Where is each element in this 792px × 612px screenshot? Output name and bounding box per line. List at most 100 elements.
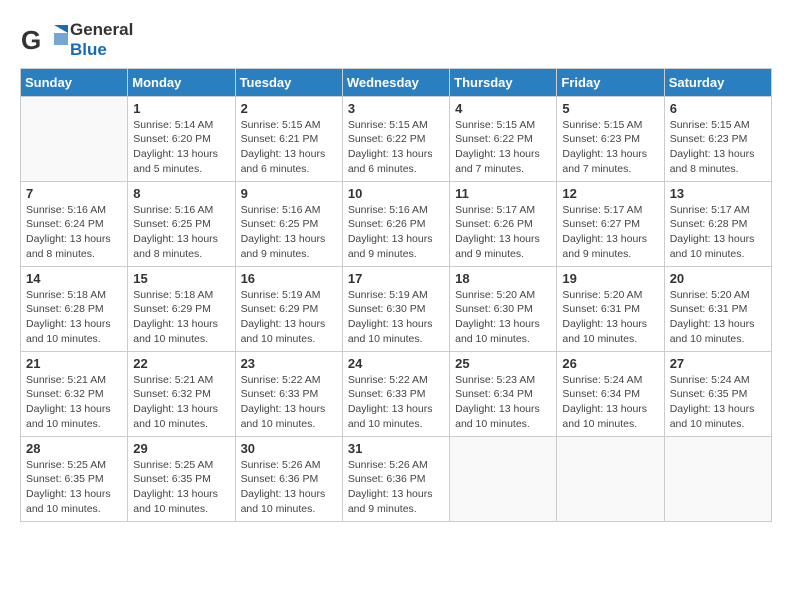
cell-w5-d3: 30Sunrise: 5:26 AM Sunset: 6:36 PM Dayli… — [235, 436, 342, 521]
day-info: Sunrise: 5:20 AM Sunset: 6:31 PM Dayligh… — [562, 288, 658, 347]
day-number: 17 — [348, 271, 444, 286]
day-info: Sunrise: 5:25 AM Sunset: 6:35 PM Dayligh… — [133, 458, 229, 517]
cell-w4-d1: 21 Sunrise: 5:21 AM Sunset: 6:32 PM Dayli… — [21, 351, 128, 436]
cell-w5-d7 — [664, 436, 771, 521]
day-info: Sunrise: 5:26 AM Sunset: 6:36 PM Dayligh… — [348, 458, 444, 517]
weekday-header-row: Sunday Monday Tuesday Wednesday Thursday… — [21, 68, 772, 96]
cell-w4-d7: 27 Sunrise: 5:24 AM Sunset: 6:35 PM Dayli… — [664, 351, 771, 436]
day-info: Sunrise: 5:18 AM Sunset: 6:28 PM Dayligh… — [26, 288, 122, 347]
day-info: Sunrise: 5:17 AM Sunset: 6:26 PM Dayligh… — [455, 203, 551, 262]
day-number: 1 — [133, 101, 229, 116]
day-info: Sunrise: 5:16 AM Sunset: 6:25 PM Dayligh… — [133, 203, 229, 262]
cell-w2-d5: 11 Sunrise: 5:17 AM Sunset: 6:26 PM Dayli… — [450, 181, 557, 266]
day-number: 10 — [348, 186, 444, 201]
day-info: Sunrise: 5:17 AM Sunset: 6:28 PM Dayligh… — [670, 203, 766, 262]
day-info: Sunrise: 5:16 AM Sunset: 6:24 PM Dayligh… — [26, 203, 122, 262]
day-info: Sunrise: 5:19 AM Sunset: 6:29 PM Dayligh… — [241, 288, 337, 347]
col-friday: Friday — [557, 68, 664, 96]
day-info: Sunrise: 5:15 AM Sunset: 6:22 PM Dayligh… — [348, 118, 444, 177]
cell-w4-d6: 26 Sunrise: 5:24 AM Sunset: 6:34 PM Dayli… — [557, 351, 664, 436]
week-row-3: 14 Sunrise: 5:18 AM Sunset: 6:28 PM Dayli… — [21, 266, 772, 351]
calendar-table: Sunday Monday Tuesday Wednesday Thursday… — [20, 68, 772, 522]
day-number: 11 — [455, 186, 551, 201]
cell-w5-d6 — [557, 436, 664, 521]
logo-general-text: General — [70, 20, 133, 39]
day-number: 30 — [241, 441, 337, 456]
day-number: 6 — [670, 101, 766, 116]
cell-w5-d1: 28 Sunrise: 5:25 AM Sunset: 6:35 PM Dayli… — [21, 436, 128, 521]
cell-w1-d1 — [21, 96, 128, 181]
svg-text:G: G — [21, 25, 41, 55]
day-info: Sunrise: 5:20 AM Sunset: 6:31 PM Dayligh… — [670, 288, 766, 347]
day-info: Sunrise: 5:18 AM Sunset: 6:29 PM Dayligh… — [133, 288, 229, 347]
day-info: Sunrise: 5:23 AM Sunset: 6:34 PM Dayligh… — [455, 373, 551, 432]
logo: G General Blue — [20, 20, 133, 60]
cell-w2-d7: 13 Sunrise: 5:17 AM Sunset: 6:28 PM Dayli… — [664, 181, 771, 266]
page-header: G General Blue — [20, 20, 772, 60]
day-number: 4 — [455, 101, 551, 116]
day-number: 7 — [26, 186, 122, 201]
day-number: 19 — [562, 271, 658, 286]
col-sunday: Sunday — [21, 68, 128, 96]
day-number: 29 — [133, 441, 229, 456]
day-number: 14 — [26, 271, 122, 286]
day-number: 13 — [670, 186, 766, 201]
col-saturday: Saturday — [664, 68, 771, 96]
cell-w1-d5: 4 Sunrise: 5:15 AM Sunset: 6:22 PM Daylig… — [450, 96, 557, 181]
day-info: Sunrise: 5:14 AM Sunset: 6:20 PM Dayligh… — [133, 118, 229, 177]
day-number: 25 — [455, 356, 551, 371]
week-row-2: 7 Sunrise: 5:16 AM Sunset: 6:24 PM Daylig… — [21, 181, 772, 266]
day-info: Sunrise: 5:16 AM Sunset: 6:25 PM Dayligh… — [241, 203, 337, 262]
day-info: Sunrise: 5:22 AM Sunset: 6:33 PM Dayligh… — [241, 373, 337, 432]
day-number: 5 — [562, 101, 658, 116]
logo-blue-text: Blue — [70, 40, 107, 59]
cell-w4-d2: 22 Sunrise: 5:21 AM Sunset: 6:32 PM Dayli… — [128, 351, 235, 436]
cell-w5-d2: 29 Sunrise: 5:25 AM Sunset: 6:35 PM Dayli… — [128, 436, 235, 521]
cell-w3-d5: 18 Sunrise: 5:20 AM Sunset: 6:30 PM Dayli… — [450, 266, 557, 351]
logo-svg: G — [20, 21, 70, 59]
day-info: Sunrise: 5:17 AM Sunset: 6:27 PM Dayligh… — [562, 203, 658, 262]
col-thursday: Thursday — [450, 68, 557, 96]
day-info: Sunrise: 5:15 AM Sunset: 6:21 PM Dayligh… — [241, 118, 337, 177]
day-number: 18 — [455, 271, 551, 286]
day-info: Sunrise: 5:24 AM Sunset: 6:34 PM Dayligh… — [562, 373, 658, 432]
day-number: 21 — [26, 356, 122, 371]
cell-w2-d6: 12 Sunrise: 5:17 AM Sunset: 6:27 PM Dayli… — [557, 181, 664, 266]
day-info: Sunrise: 5:20 AM Sunset: 6:30 PM Dayligh… — [455, 288, 551, 347]
day-number: 22 — [133, 356, 229, 371]
col-tuesday: Tuesday — [235, 68, 342, 96]
day-number: 16 — [241, 271, 337, 286]
day-number: 27 — [670, 356, 766, 371]
day-info: Sunrise: 5:15 AM Sunset: 6:23 PM Dayligh… — [670, 118, 766, 177]
week-row-4: 21 Sunrise: 5:21 AM Sunset: 6:32 PM Dayli… — [21, 351, 772, 436]
cell-w1-d7: 6 Sunrise: 5:15 AM Sunset: 6:23 PM Daylig… — [664, 96, 771, 181]
cell-w2-d2: 8Sunrise: 5:16 AM Sunset: 6:25 PM Daylig… — [128, 181, 235, 266]
cell-w1-d6: 5 Sunrise: 5:15 AM Sunset: 6:23 PM Daylig… — [557, 96, 664, 181]
day-info: Sunrise: 5:19 AM Sunset: 6:30 PM Dayligh… — [348, 288, 444, 347]
day-info: Sunrise: 5:21 AM Sunset: 6:32 PM Dayligh… — [133, 373, 229, 432]
day-number: 28 — [26, 441, 122, 456]
day-info: Sunrise: 5:21 AM Sunset: 6:32 PM Dayligh… — [26, 373, 122, 432]
day-info: Sunrise: 5:22 AM Sunset: 6:33 PM Dayligh… — [348, 373, 444, 432]
day-number: 26 — [562, 356, 658, 371]
cell-w4-d5: 25 Sunrise: 5:23 AM Sunset: 6:34 PM Dayli… — [450, 351, 557, 436]
day-info: Sunrise: 5:24 AM Sunset: 6:35 PM Dayligh… — [670, 373, 766, 432]
cell-w3-d6: 19 Sunrise: 5:20 AM Sunset: 6:31 PM Dayli… — [557, 266, 664, 351]
cell-w2-d1: 7 Sunrise: 5:16 AM Sunset: 6:24 PM Daylig… — [21, 181, 128, 266]
day-info: Sunrise: 5:25 AM Sunset: 6:35 PM Dayligh… — [26, 458, 122, 517]
col-monday: Monday — [128, 68, 235, 96]
week-row-1: 1 Sunrise: 5:14 AM Sunset: 6:20 PM Daylig… — [21, 96, 772, 181]
day-number: 12 — [562, 186, 658, 201]
cell-w3-d4: 17 Sunrise: 5:19 AM Sunset: 6:30 PM Dayli… — [342, 266, 449, 351]
day-info: Sunrise: 5:15 AM Sunset: 6:22 PM Dayligh… — [455, 118, 551, 177]
day-number: 15 — [133, 271, 229, 286]
day-info: Sunrise: 5:16 AM Sunset: 6:26 PM Dayligh… — [348, 203, 444, 262]
col-wednesday: Wednesday — [342, 68, 449, 96]
day-number: 24 — [348, 356, 444, 371]
day-number: 2 — [241, 101, 337, 116]
cell-w3-d2: 15 Sunrise: 5:18 AM Sunset: 6:29 PM Dayli… — [128, 266, 235, 351]
calendar-body: 1 Sunrise: 5:14 AM Sunset: 6:20 PM Daylig… — [21, 96, 772, 521]
cell-w3-d1: 14 Sunrise: 5:18 AM Sunset: 6:28 PM Dayli… — [21, 266, 128, 351]
cell-w3-d3: 16 Sunrise: 5:19 AM Sunset: 6:29 PM Dayli… — [235, 266, 342, 351]
day-info: Sunrise: 5:15 AM Sunset: 6:23 PM Dayligh… — [562, 118, 658, 177]
